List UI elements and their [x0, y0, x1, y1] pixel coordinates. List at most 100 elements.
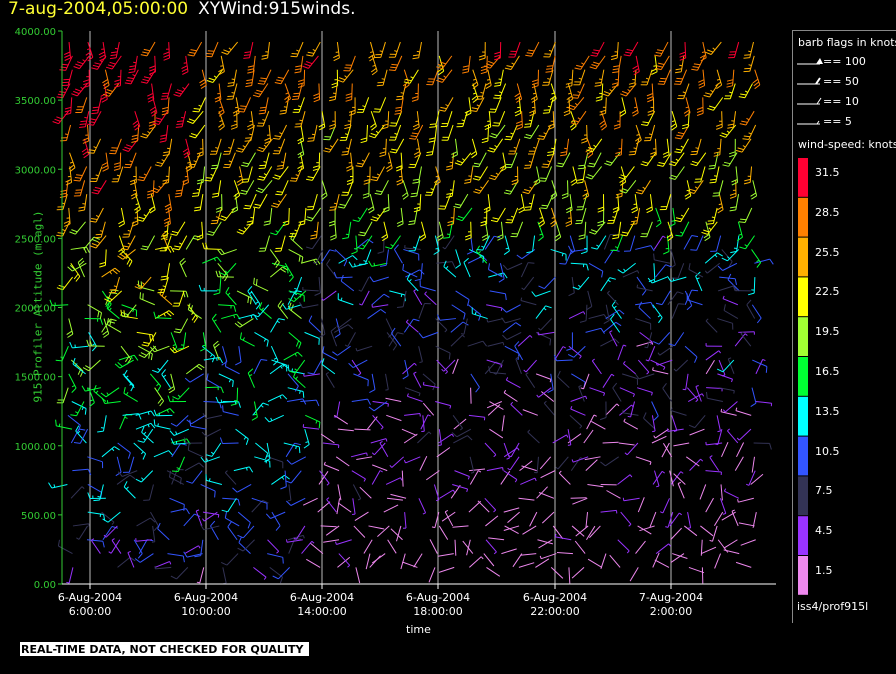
wind-barb-shaft [391, 456, 405, 468]
wind-barb-feather [389, 151, 397, 154]
wind-barb-feather [382, 206, 390, 210]
wind-barb-feather [529, 112, 536, 117]
wind-barb-feather [754, 84, 761, 90]
wind-barb-shaft [677, 483, 685, 499]
wind-barb-feather [94, 186, 102, 190]
wind-barb-shaft [525, 359, 537, 373]
wind-barb-feather [652, 341, 660, 345]
wind-barb-half-feather [731, 509, 735, 512]
wind-barb-shaft [467, 304, 482, 316]
wind-barb-half-feather [476, 104, 480, 107]
wind-barb-half-feather [167, 147, 171, 150]
wind-barb-feather [69, 167, 76, 172]
wind-barb-feather [207, 50, 215, 52]
wind-barb-feather [287, 364, 290, 371]
wind-barb-feather [71, 229, 78, 233]
wind-barb-feather [297, 351, 303, 357]
wind-barb-shaft [536, 456, 539, 473]
wind-barb-half-feather [567, 444, 571, 446]
wind-barb-feather [211, 313, 217, 320]
wind-barb-feather [581, 140, 588, 144]
wind-barb-feather [571, 97, 578, 99]
wind-barb-shaft [701, 546, 717, 555]
wind-barb-feather [211, 356, 216, 363]
wind-barb-feather [570, 178, 577, 183]
wind-barb-half-feather [273, 357, 278, 360]
wind-barb-shaft [285, 97, 290, 114]
wind-barb-half-feather [95, 214, 100, 218]
wind-barb-feather [282, 303, 287, 310]
wind-barb-half-feather [147, 411, 150, 415]
wind-barb-feather [172, 248, 180, 251]
wind-barb-half-feather [286, 539, 288, 543]
wind-barb-shaft [247, 166, 253, 183]
wind-barb-shaft [721, 249, 733, 262]
wind-barb-feather [187, 166, 195, 168]
wind-barb-feather [662, 382, 667, 389]
wind-barb-half-feather [224, 470, 228, 473]
wind-barb-plot: 0.00500.001000.001500.002000.002500.0030… [15, 27, 823, 618]
wind-barb-half-feather [126, 392, 129, 396]
wind-barb-feather [258, 112, 266, 115]
wind-barb-feather [685, 195, 692, 200]
wind-barb-feather [200, 347, 207, 352]
wind-barb-feather [385, 164, 392, 170]
wind-barb-feather [280, 268, 286, 273]
wind-barb-shaft [105, 525, 118, 538]
wind-barb-feather [237, 499, 241, 506]
wind-barb-half-feather [373, 262, 376, 266]
wind-barb-shaft [269, 363, 284, 375]
x-tick-date: 6-Aug-2004 [406, 591, 470, 604]
wind-barb-half-feather [63, 87, 68, 91]
wind-barb-feather [480, 71, 488, 75]
wind-barb-shaft [510, 55, 520, 70]
wind-barb-feather [175, 126, 183, 128]
wind-barb-feather [329, 206, 337, 208]
wind-barb-half-feather [533, 146, 537, 149]
wind-barb-shaft [143, 166, 152, 181]
wind-barb-shaft [269, 266, 284, 278]
wind-barb-shaft [379, 97, 387, 113]
wind-barb-feather [466, 251, 474, 255]
wind-barb-shaft [446, 111, 453, 127]
wind-barb-shaft [572, 497, 588, 505]
wind-barb-shaft [740, 333, 752, 347]
wind-barb-feather [380, 308, 387, 314]
wind-barb-feather [298, 220, 305, 223]
wind-barb-half-feather [596, 244, 600, 248]
wind-barb-shaft [548, 97, 554, 113]
speed-bin-label: 4.5 [815, 524, 833, 538]
wind-barb-half-feather [206, 458, 209, 462]
wind-barb-feather [357, 162, 364, 165]
wind-barb-half-feather [358, 303, 363, 306]
wind-barb-feather [280, 109, 287, 112]
wind-barb-half-feather [95, 390, 99, 394]
wind-barb-feather [655, 52, 662, 54]
wind-barb-shaft [587, 290, 593, 307]
wind-barb-shaft [751, 456, 755, 473]
wind-barb-half-feather [568, 92, 572, 95]
wind-barb-half-feather [400, 92, 404, 94]
wind-barb-feather [257, 178, 264, 181]
wind-barb-feather [438, 70, 444, 76]
wind-barb-feather [701, 231, 708, 235]
wind-barb-shaft [745, 235, 755, 250]
wind-barb-feather [719, 134, 726, 138]
wind-barb-feather [383, 293, 390, 298]
wind-barb-feather [67, 333, 74, 338]
wind-barb-shaft [127, 552, 135, 568]
wind-barb-shaft [111, 540, 122, 554]
wind-barb-feather [597, 206, 604, 210]
wind-barb-feather [78, 209, 85, 212]
wind-barb-feather [192, 110, 199, 113]
wind-barb-feather [181, 65, 188, 70]
wind-barb-feather [150, 410, 156, 417]
wind-barb-shaft [389, 290, 405, 296]
wind-barb-feather [708, 105, 716, 109]
wind-barb-shaft [403, 248, 419, 255]
wind-barb-shaft [516, 221, 524, 237]
x-tick-time: 10:00:00 [181, 605, 230, 618]
wind-barb-shaft [736, 442, 745, 458]
wind-barb-shaft [211, 442, 222, 457]
wind-barb-half-feather [92, 343, 96, 346]
